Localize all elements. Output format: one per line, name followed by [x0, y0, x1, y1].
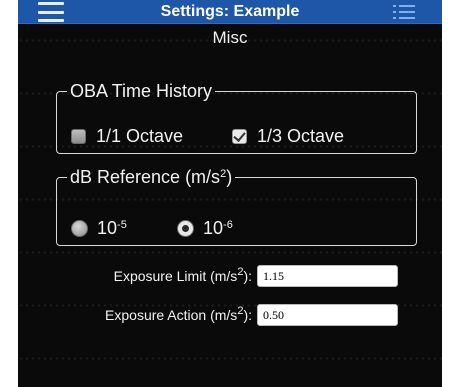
radio-label: 10-6	[203, 218, 233, 238]
exposure-action-row: Exposure Action (m/s2):	[66, 304, 398, 326]
exposure-limit-label: Exposure Limit (m/s2):	[113, 266, 252, 285]
checkbox-label: 1/3 Octave	[257, 126, 345, 146]
radio-selected-icon	[177, 220, 194, 237]
exposure-action-input[interactable]	[257, 304, 398, 326]
db-ref-1e-5-radio[interactable]: 10-5	[71, 218, 127, 239]
radio-unselected-icon	[71, 220, 88, 237]
header-bar: Settings: Example	[18, 0, 442, 24]
page-title: Settings: Example	[160, 3, 300, 20]
octave-1-1-checkbox[interactable]: 1/1 Octave	[71, 126, 183, 147]
checkbox-unchecked-icon	[71, 129, 86, 144]
octave-1-3-checkbox[interactable]: 1/3 Octave	[232, 126, 344, 147]
db-reference-group: dB Reference (m/s2) 10-5 10-6	[56, 168, 417, 246]
checkbox-checked-icon	[232, 129, 247, 144]
exposure-action-label: Exposure Action (m/s2):	[105, 305, 252, 324]
oba-group-legend: OBA Time History	[70, 81, 213, 101]
list-icon[interactable]	[393, 5, 415, 19]
app-screen: Settings: Example Misc OBA Time History …	[18, 0, 442, 387]
radio-label: 10-5	[97, 218, 127, 238]
exposure-limit-input[interactable]	[257, 265, 398, 287]
section-title: Misc	[212, 28, 248, 47]
db-group-legend: dB Reference (m/s2)	[70, 167, 233, 187]
exposure-limit-row: Exposure Limit (m/s2):	[66, 265, 398, 287]
checkbox-label: 1/1 Octave	[96, 126, 184, 146]
db-ref-1e-6-radio[interactable]: 10-6	[177, 218, 233, 239]
oba-time-history-group: OBA Time History 1/1 Octave 1/3 Octave	[56, 82, 417, 154]
